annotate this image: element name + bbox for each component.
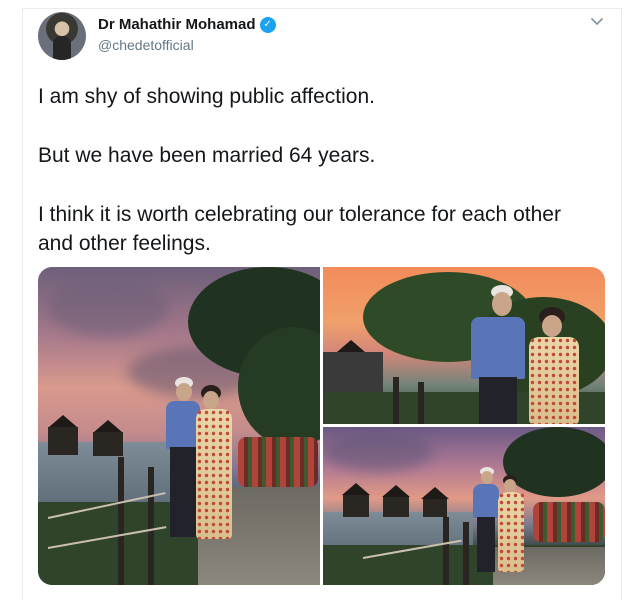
photo-2[interactable] xyxy=(323,267,605,424)
author-row[interactable]: Dr Mahathir Mohamad ✓ xyxy=(98,16,276,33)
media-grid xyxy=(38,267,605,585)
author-name[interactable]: Dr Mahathir Mohamad xyxy=(98,16,256,33)
chevron-down-icon[interactable] xyxy=(589,14,605,30)
tweet-text: I am shy of showing public affection. Bu… xyxy=(38,82,598,258)
tweet-paragraph: I think it is worth celebrating our tole… xyxy=(38,203,561,255)
avatar[interactable] xyxy=(38,12,86,60)
photo-3[interactable] xyxy=(323,427,605,585)
tweet-paragraph: But we have been married 64 years. xyxy=(38,144,376,167)
verified-badge-icon: ✓ xyxy=(259,16,276,33)
tweet-paragraph: I am shy of showing public affection. xyxy=(38,85,375,108)
photo-1[interactable] xyxy=(38,267,320,585)
author-handle[interactable]: @chedetofficial xyxy=(98,37,194,53)
